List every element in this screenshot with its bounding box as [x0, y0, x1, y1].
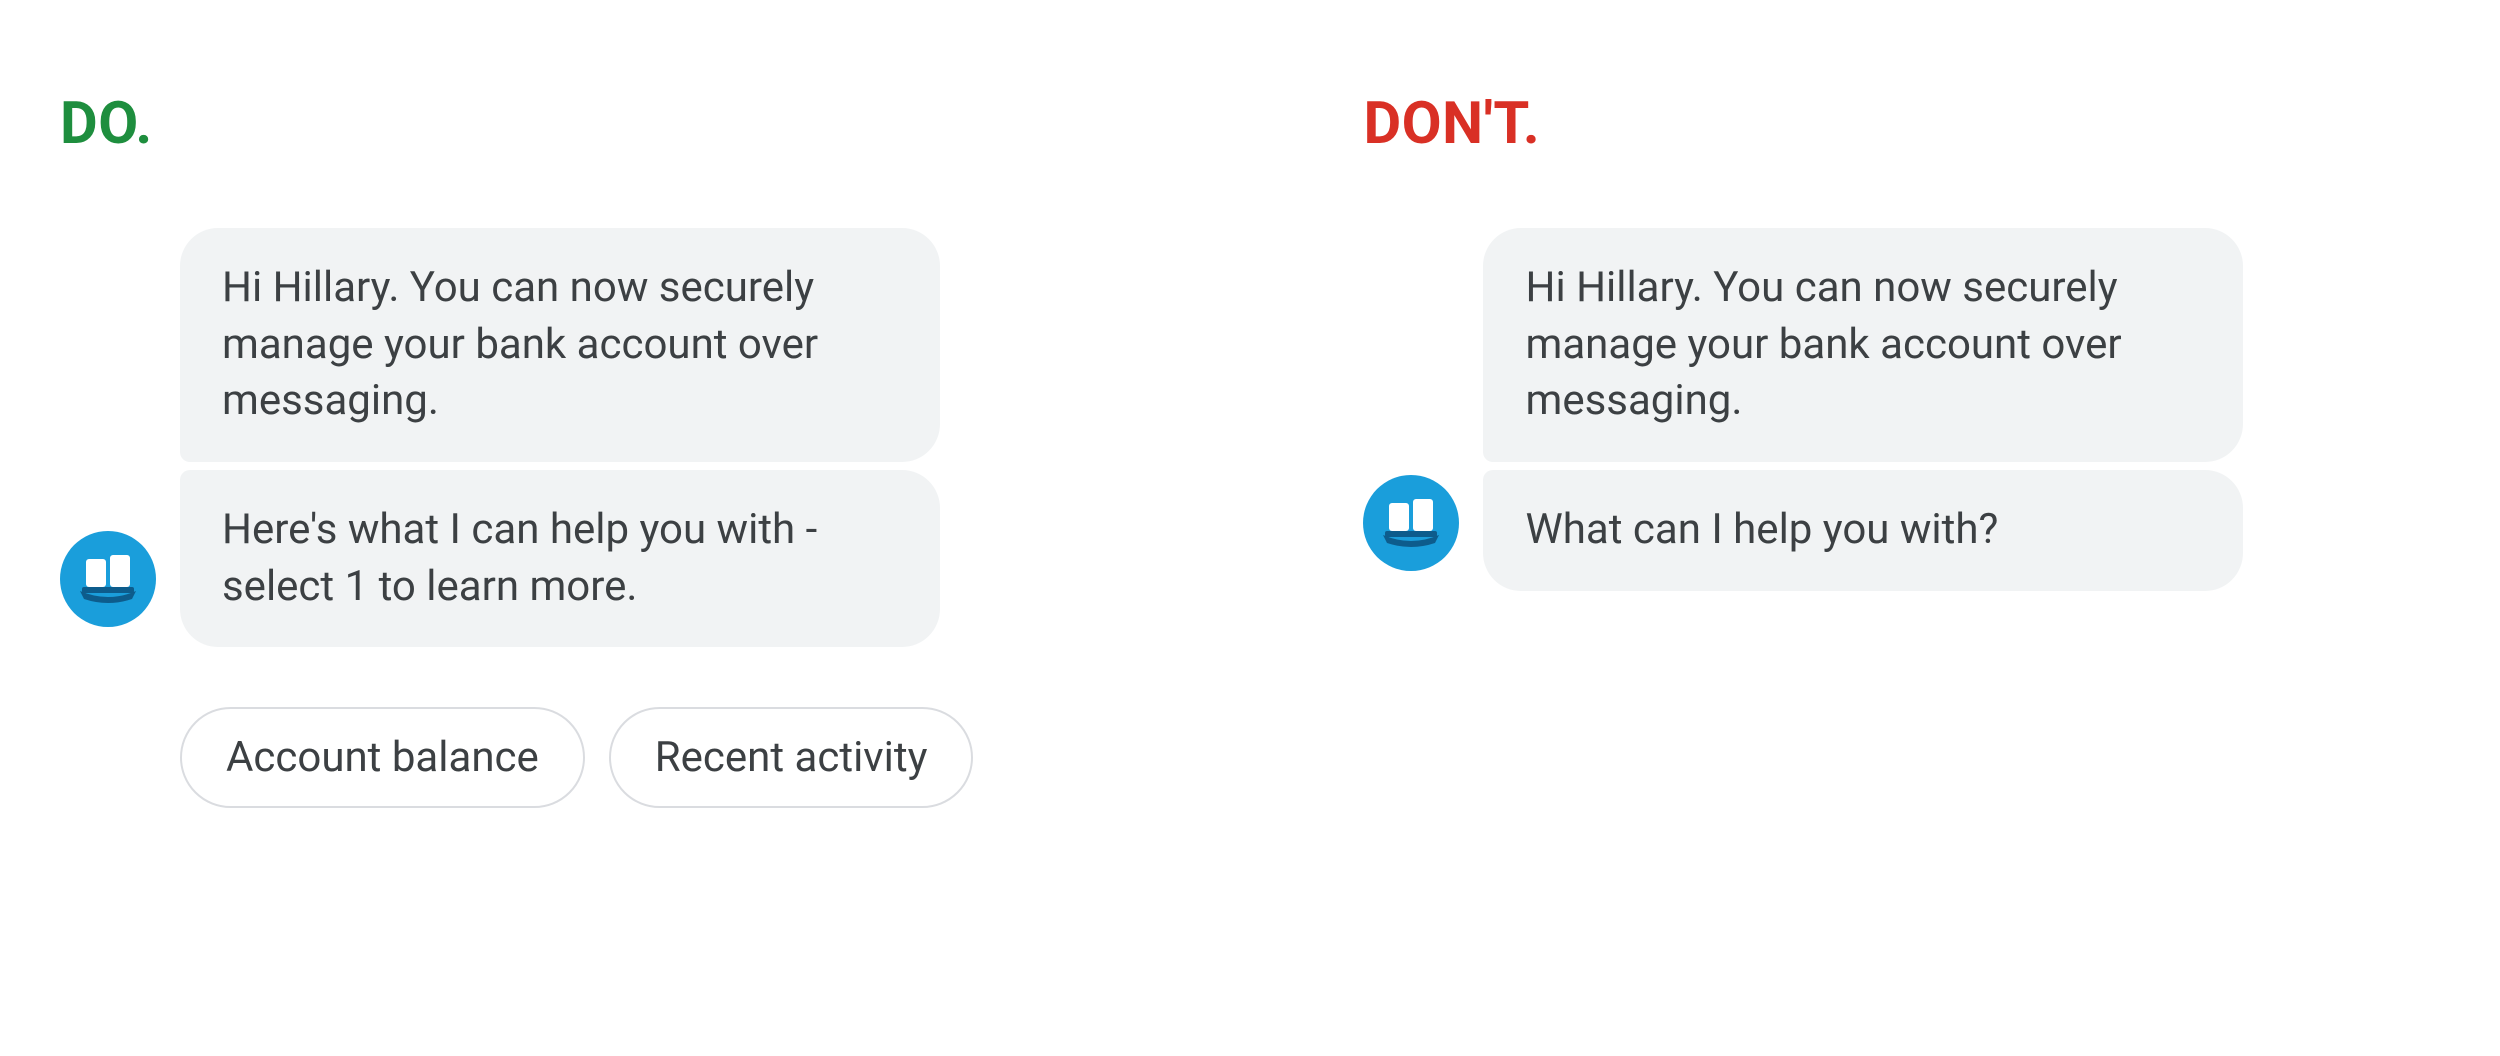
chip-recent-activity[interactable]: Recent activity	[609, 707, 974, 808]
chip-account-balance[interactable]: Account balance	[180, 707, 585, 808]
dont-chat-area: Hi Hillary. You can now securely manage …	[1363, 228, 2243, 591]
message-bubble: What can I help you with?	[1483, 470, 2243, 591]
do-messages: Hi Hillary. You can now securely manage …	[180, 228, 940, 647]
do-heading: DO.	[60, 90, 973, 158]
message-bubble: Hi Hillary. You can now securely manage …	[1483, 228, 2243, 462]
dont-heading: DON'T.	[1363, 90, 2243, 158]
bot-avatar	[1363, 475, 1459, 571]
dont-messages: Hi Hillary. You can now securely manage …	[1483, 228, 2243, 591]
suggestion-chips: Account balance Recent activity	[180, 707, 973, 808]
message-bubble: Here's what I can help you with - select…	[180, 470, 940, 647]
bot-avatar	[60, 531, 156, 627]
ship-icon	[1375, 485, 1447, 561]
do-chat-area: Hi Hillary. You can now securely manage …	[60, 228, 973, 647]
do-panel: DO. Hi Hillary. You can now securely man…	[60, 90, 973, 966]
message-bubble: Hi Hillary. You can now securely manage …	[180, 228, 940, 462]
dont-panel: DON'T. Hi Hillary. You can now securely …	[1363, 90, 2243, 966]
ship-icon	[72, 541, 144, 617]
